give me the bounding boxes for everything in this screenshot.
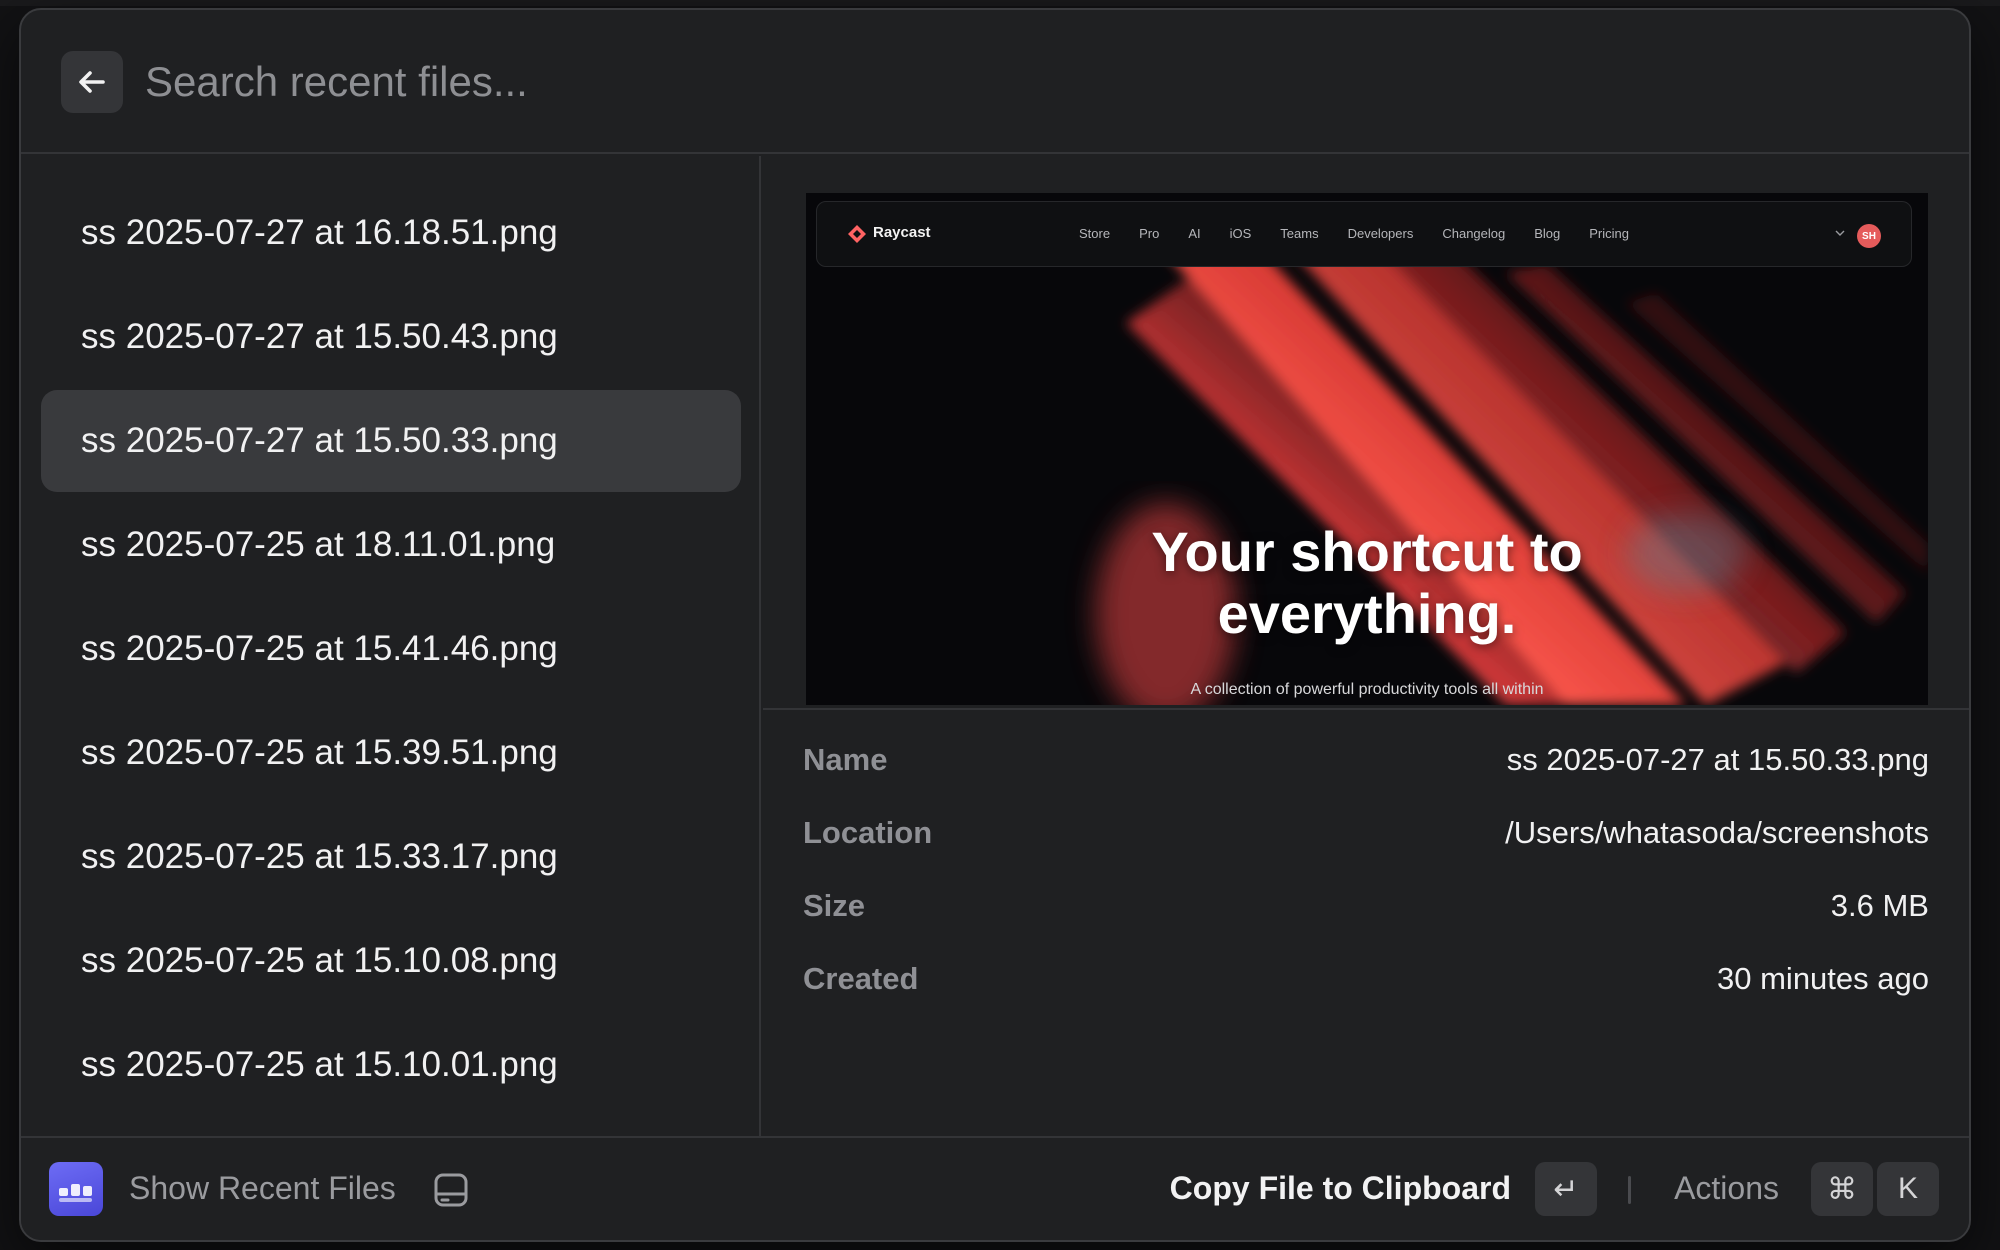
recent-files-app-icon [49,1162,103,1216]
file-name: ss 2025-07-27 at 15.50.43.png [81,317,558,356]
preview-nav-link: Developers [1347,226,1414,241]
copy-file-action[interactable]: Copy File to Clipboard [1170,1170,1511,1207]
metadata-label: Size [803,888,866,923]
search-bar [21,10,1969,154]
list-item[interactable]: ss 2025-07-27 at 16.18.51.png [41,182,741,284]
preview-nav-links: Store Pro AI iOS Teams Developers Change… [1079,226,1658,241]
launcher-window: ss 2025-07-27 at 16.18.51.png ss 2025-07… [19,8,1971,1242]
file-name: ss 2025-07-25 at 15.39.51.png [81,733,558,772]
preview-nav-link: Changelog [1442,226,1506,241]
back-button[interactable] [61,51,123,113]
file-metadata: Name ss 2025-07-27 at 15.50.33.png Locat… [763,708,1969,1136]
list-item[interactable]: ss 2025-07-25 at 18.11.01.png [41,494,741,596]
metadata-value: /Users/whatasoda/screenshots [1505,815,1929,850]
hard-drive-icon [434,1173,468,1207]
raycast-logo-icon [848,225,866,243]
file-name: ss 2025-07-27 at 15.50.33.png [81,421,558,460]
file-list: ss 2025-07-27 at 16.18.51.png ss 2025-07… [21,156,761,1136]
list-item-selected[interactable]: ss 2025-07-27 at 15.50.33.png [41,390,741,492]
preview-nav-link: Teams [1280,226,1319,241]
action-bar: Show Recent Files Copy File to Clipboard… [21,1136,1969,1240]
image-preview: Raycast Store Pro AI iOS Teams Developer… [806,193,1928,705]
file-name: ss 2025-07-25 at 15.41.46.png [81,629,558,668]
list-item[interactable]: ss 2025-07-27 at 15.50.43.png [41,286,741,388]
file-name: ss 2025-07-27 at 16.18.51.png [81,213,558,252]
metadata-row-location: Location /Users/whatasoda/screenshots [803,808,1929,858]
preview-subtext: A collection of powerful productivity to… [1190,681,1544,698]
command-key-hint[interactable]: ⌘ [1811,1162,1873,1216]
arrow-left-icon [79,71,105,93]
preview-nav-link: Pricing [1589,226,1630,241]
preview-headline-line: Your shortcut to [1151,520,1583,583]
preview-avatar: SH [1857,224,1881,248]
preview-nav-link: Store [1079,226,1111,241]
metadata-row-name: Name ss 2025-07-27 at 15.50.33.png [803,735,1929,785]
k-key-hint[interactable]: K [1877,1162,1939,1216]
metadata-value: 3.6 MB [1830,888,1929,923]
search-input[interactable] [145,50,1345,114]
preview-nav-link: AI [1188,226,1201,241]
command-title: Show Recent Files [129,1170,396,1206]
detail-pane: Raycast Store Pro AI iOS Teams Developer… [763,156,1969,1136]
metadata-label: Created [803,961,919,996]
metadata-label: Name [803,742,888,777]
recent-files-icon [59,1184,92,1202]
list-item[interactable]: ss 2025-07-25 at 15.10.08.png [41,910,741,1012]
chevron-down-icon [1835,230,1845,236]
list-item[interactable]: ss 2025-07-25 at 15.33.17.png [41,806,741,908]
action-divider [1628,1176,1631,1204]
file-name: ss 2025-07-25 at 15.10.01.png [81,1045,558,1084]
preview-navbar: Raycast Store Pro AI iOS Teams Developer… [816,201,1912,267]
file-name: ss 2025-07-25 at 15.33.17.png [81,837,558,876]
file-name: ss 2025-07-25 at 15.10.08.png [81,941,558,980]
preview-brand: Raycast [873,224,931,241]
file-name: ss 2025-07-25 at 18.11.01.png [81,525,556,564]
preview-nav-link: Pro [1139,226,1160,241]
preview-headline: Your shortcut to everything. [806,521,1928,645]
metadata-value: ss 2025-07-27 at 15.50.33.png [1506,742,1929,777]
enter-key-hint[interactable]: ↵ [1535,1162,1597,1216]
list-item[interactable]: ss 2025-07-25 at 15.39.51.png [41,702,741,804]
preview-nav-link: iOS [1229,226,1252,241]
metadata-row-created: Created 30 minutes ago [803,954,1929,1004]
metadata-value: 30 minutes ago [1717,961,1929,996]
backdrop-edge [0,0,2000,6]
metadata-label: Location [803,815,933,850]
list-item[interactable]: ss 2025-07-25 at 15.41.46.png [41,598,741,700]
preview-headline-line: everything. [1217,582,1517,645]
preview-nav-link: Blog [1534,226,1561,241]
actions-button[interactable]: Actions [1674,1170,1779,1207]
metadata-row-size: Size 3.6 MB [803,881,1929,931]
list-item[interactable]: ss 2025-07-25 at 15.10.01.png [41,1014,741,1116]
